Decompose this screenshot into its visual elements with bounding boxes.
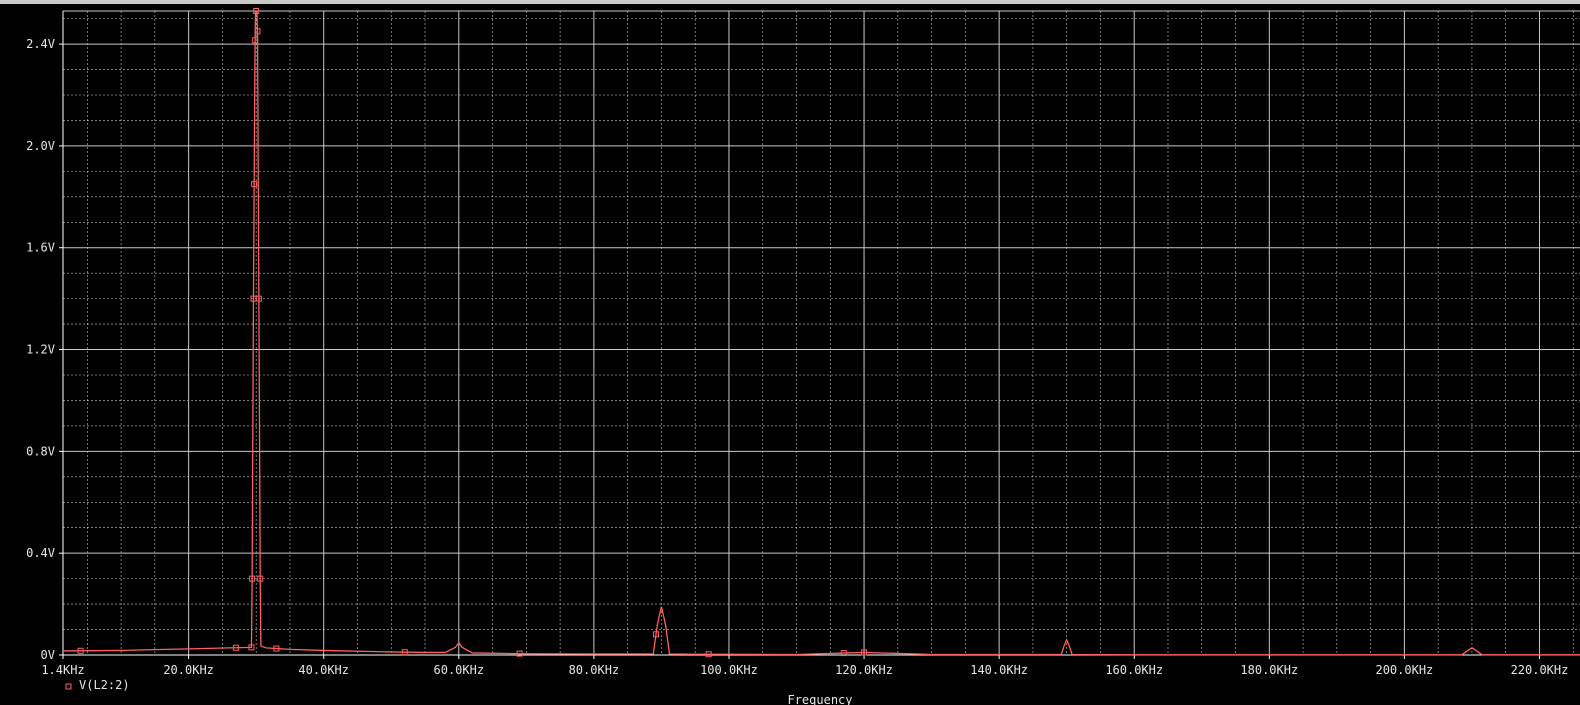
x-tick-label: 140.0KHz	[970, 663, 1028, 677]
y-tick-label: 0V	[41, 648, 55, 662]
y-tick-label: 2.4V	[26, 37, 55, 51]
y-tick-label: 1.2V	[26, 343, 55, 357]
trace-line-v-l2-2[interactable]	[62, 10, 1580, 656]
x-tick-label: 60.0KHz	[434, 663, 485, 677]
x-tick-label: 220.0KHz	[1511, 663, 1569, 677]
y-tick-label: 2.0V	[26, 139, 55, 153]
x-tick-label: 80.0KHz	[569, 663, 620, 677]
y-tick-label: 0.8V	[26, 444, 55, 458]
legend-label[interactable]: V(L2:2)	[79, 678, 130, 692]
frequency-plot[interactable]: 1.4KHz 20.0KHz 40.0KHz 60.0KHz 80.0KHz 100.0K…	[0, 0, 1580, 705]
legend-marker-icon	[65, 683, 72, 690]
y-tick-label: 1.6V	[26, 241, 55, 255]
x-tick-label: 1.4KHz	[41, 663, 84, 677]
trace-group[interactable]	[62, 10, 1580, 656]
y-tick-labels: 0V 0.4V 0.8V 1.2V 1.6V 2.0V 2.4V	[26, 37, 55, 662]
x-tick-label: 120.0KHz	[835, 663, 893, 677]
x-tick-label: 160.0KHz	[1105, 663, 1163, 677]
plot-axes	[59, 10, 1580, 659]
x-axis-label: Frequency	[787, 693, 852, 705]
x-tick-label: 200.0KHz	[1375, 663, 1433, 677]
trace-markers	[77, 8, 868, 658]
probe-window: 1.4KHz 20.0KHz 40.0KHz 60.0KHz 80.0KHz 100.0K…	[0, 0, 1580, 705]
y-tick-label: 0.4V	[26, 546, 55, 560]
x-tick-label: 180.0KHz	[1240, 663, 1298, 677]
major-grid	[63, 11, 1580, 655]
x-tick-label: 40.0KHz	[298, 663, 349, 677]
legend[interactable]: V(L2:2)	[65, 678, 130, 692]
x-tick-label: 20.0KHz	[163, 663, 214, 677]
x-tick-labels: 1.4KHz 20.0KHz 40.0KHz 60.0KHz 80.0KHz 100.0K…	[41, 663, 1568, 677]
minor-grid	[63, 11, 1580, 655]
x-tick-label: 100.0KHz	[700, 663, 758, 677]
